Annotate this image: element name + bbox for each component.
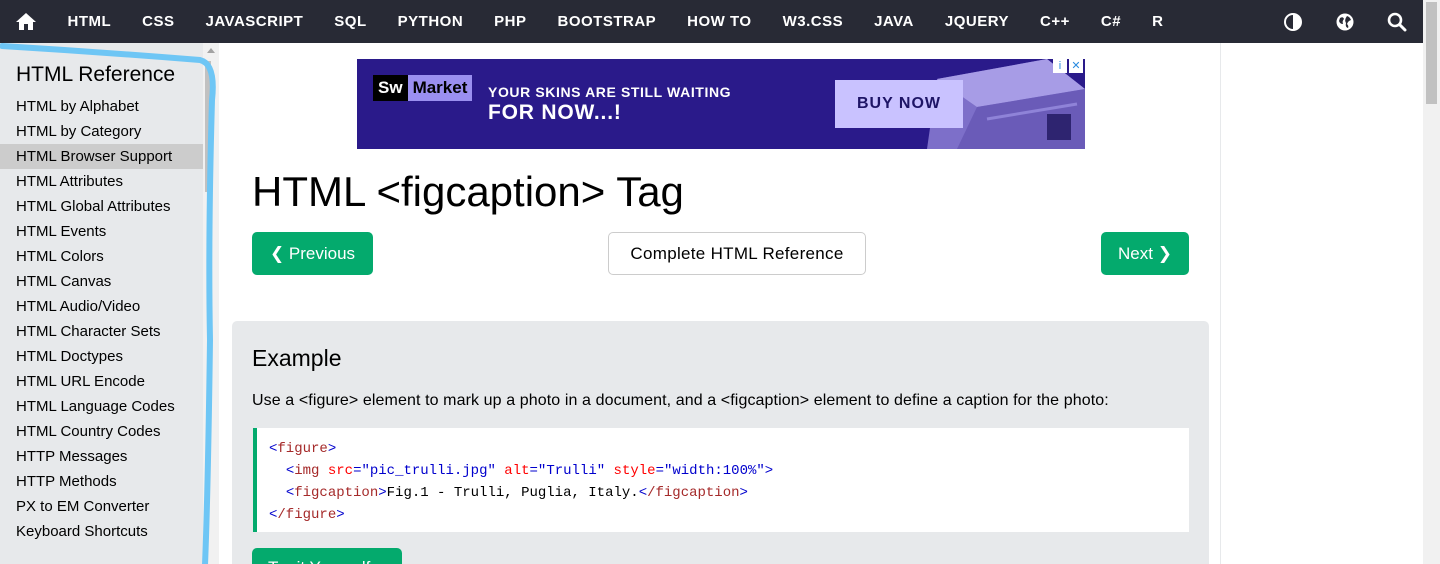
nav-item-javascript[interactable]: JAVASCRIPT: [190, 0, 319, 43]
nav-item-jquery[interactable]: JQUERY: [929, 0, 1024, 43]
example-description: Use a <figure> element to mark up a phot…: [252, 392, 1109, 409]
nav-item-c[interactable]: C++: [1025, 0, 1086, 43]
sidebar-item-keyboard-shortcuts[interactable]: Keyboard Shortcuts: [0, 519, 203, 544]
scroll-up-arrow-icon[interactable]: [207, 48, 215, 53]
page-scrollbar-thumb[interactable]: [1426, 2, 1437, 104]
example-heading: Example: [252, 345, 342, 371]
ad-subheadline: FOR NOW...!: [488, 101, 622, 124]
code-line: <figcaption>Fig.1 - Trulli, Puglia, Ital…: [285, 485, 748, 501]
nav-item-sql[interactable]: SQL: [319, 0, 382, 43]
sidebar-item-html-character-sets[interactable]: HTML Character Sets: [0, 319, 203, 344]
nav-item-r[interactable]: R: [1137, 0, 1179, 43]
sidebar-item-html-events[interactable]: HTML Events: [0, 219, 203, 244]
page-title: HTML <figcaption> Tag: [252, 168, 684, 215]
sidebar-title: HTML Reference: [16, 63, 176, 86]
sidebar-item-html-attributes[interactable]: HTML Attributes: [0, 169, 203, 194]
sidebar-item-html-language-codes[interactable]: HTML Language Codes: [0, 394, 203, 419]
sidebar-item-px-to-em-converter[interactable]: PX to EM Converter: [0, 494, 203, 519]
right-panel: [1220, 43, 1423, 564]
try-it-yourself-button[interactable]: Try it Yourself »: [252, 548, 402, 564]
sidebar-item-html-global-attributes[interactable]: HTML Global Attributes: [0, 194, 203, 219]
sidebar-item-http-methods[interactable]: HTTP Methods: [0, 469, 203, 494]
nav-item-php[interactable]: PHP: [479, 0, 542, 43]
ad-headline: YOUR SKINS ARE STILL WAITING: [488, 84, 732, 100]
nav-item-java[interactable]: JAVA: [859, 0, 930, 43]
example-box: Example Use a <figure> element to mark u…: [232, 321, 1209, 564]
code-line: <figure>: [269, 441, 337, 457]
code-line: <img src="pic_trulli.jpg" alt="Trulli" s…: [285, 463, 774, 479]
nav-item-c[interactable]: C#: [1085, 0, 1136, 43]
sidebar-item-html-doctypes[interactable]: HTML Doctypes: [0, 344, 203, 369]
nav-item-how-to[interactable]: HOW TO: [672, 0, 767, 43]
sidebar: HTML Reference HTML by Alphabet HTML by C…: [0, 43, 219, 564]
nav-item-html[interactable]: HTML: [52, 0, 127, 43]
sidebar-item-html-canvas[interactable]: HTML Canvas: [0, 269, 203, 294]
sidebar-scrollbar[interactable]: [203, 43, 219, 564]
globe-icon[interactable]: [1319, 0, 1371, 43]
ad-info-icon[interactable]: i: [1053, 59, 1067, 73]
code-block: <figure> <img src="pic_trulli.jpg" alt="…: [253, 428, 1189, 532]
ad-brand-sw: Sw: [373, 75, 408, 101]
code-line: </figure>: [269, 507, 345, 523]
nav-item-python[interactable]: PYTHON: [382, 0, 479, 43]
home-icon[interactable]: [0, 0, 52, 43]
advertisement-banner[interactable]: Sw Market YOUR SKINS ARE STILL WAITING F…: [357, 59, 1085, 149]
sidebar-item-html-colors[interactable]: HTML Colors: [0, 244, 203, 269]
ad-close-icon[interactable]: ✕: [1069, 59, 1083, 73]
nav-item-w3-css[interactable]: W3.CSS: [767, 0, 859, 43]
page-scrollbar[interactable]: [1423, 0, 1440, 564]
sidebar-item-html-by-category[interactable]: HTML by Category: [0, 119, 203, 144]
ad-buy-now-button[interactable]: BUY NOW: [835, 80, 963, 128]
contrast-icon[interactable]: [1267, 0, 1319, 43]
next-button[interactable]: Next ❯: [1101, 232, 1189, 275]
sidebar-scrollbar-thumb[interactable]: [205, 61, 211, 192]
sidebar-item-http-messages[interactable]: HTTP Messages: [0, 444, 203, 469]
ad-brand-market: Market: [407, 75, 473, 101]
ad-brand-logo: Sw Market: [373, 75, 473, 101]
complete-reference-button[interactable]: Complete HTML Reference: [608, 232, 866, 275]
sidebar-item-html-country-codes[interactable]: HTML Country Codes: [0, 419, 203, 444]
nav-item-css[interactable]: CSS: [127, 0, 190, 43]
sidebar-item-html-audio-video[interactable]: HTML Audio/Video: [0, 294, 203, 319]
nav-item-bootstrap[interactable]: BOOTSTRAP: [542, 0, 672, 43]
previous-button[interactable]: ❮ Previous: [252, 232, 373, 275]
search-icon[interactable]: [1371, 0, 1423, 43]
sidebar-item-html-browser-support[interactable]: HTML Browser Support: [0, 144, 203, 169]
top-navigation: HTML CSS JAVASCRIPT SQL PYTHON PHP BOOTSTRAP HO…: [0, 0, 1423, 43]
sidebar-item-html-by-alphabet[interactable]: HTML by Alphabet: [0, 94, 203, 119]
sidebar-item-html-url-encode[interactable]: HTML URL Encode: [0, 369, 203, 394]
